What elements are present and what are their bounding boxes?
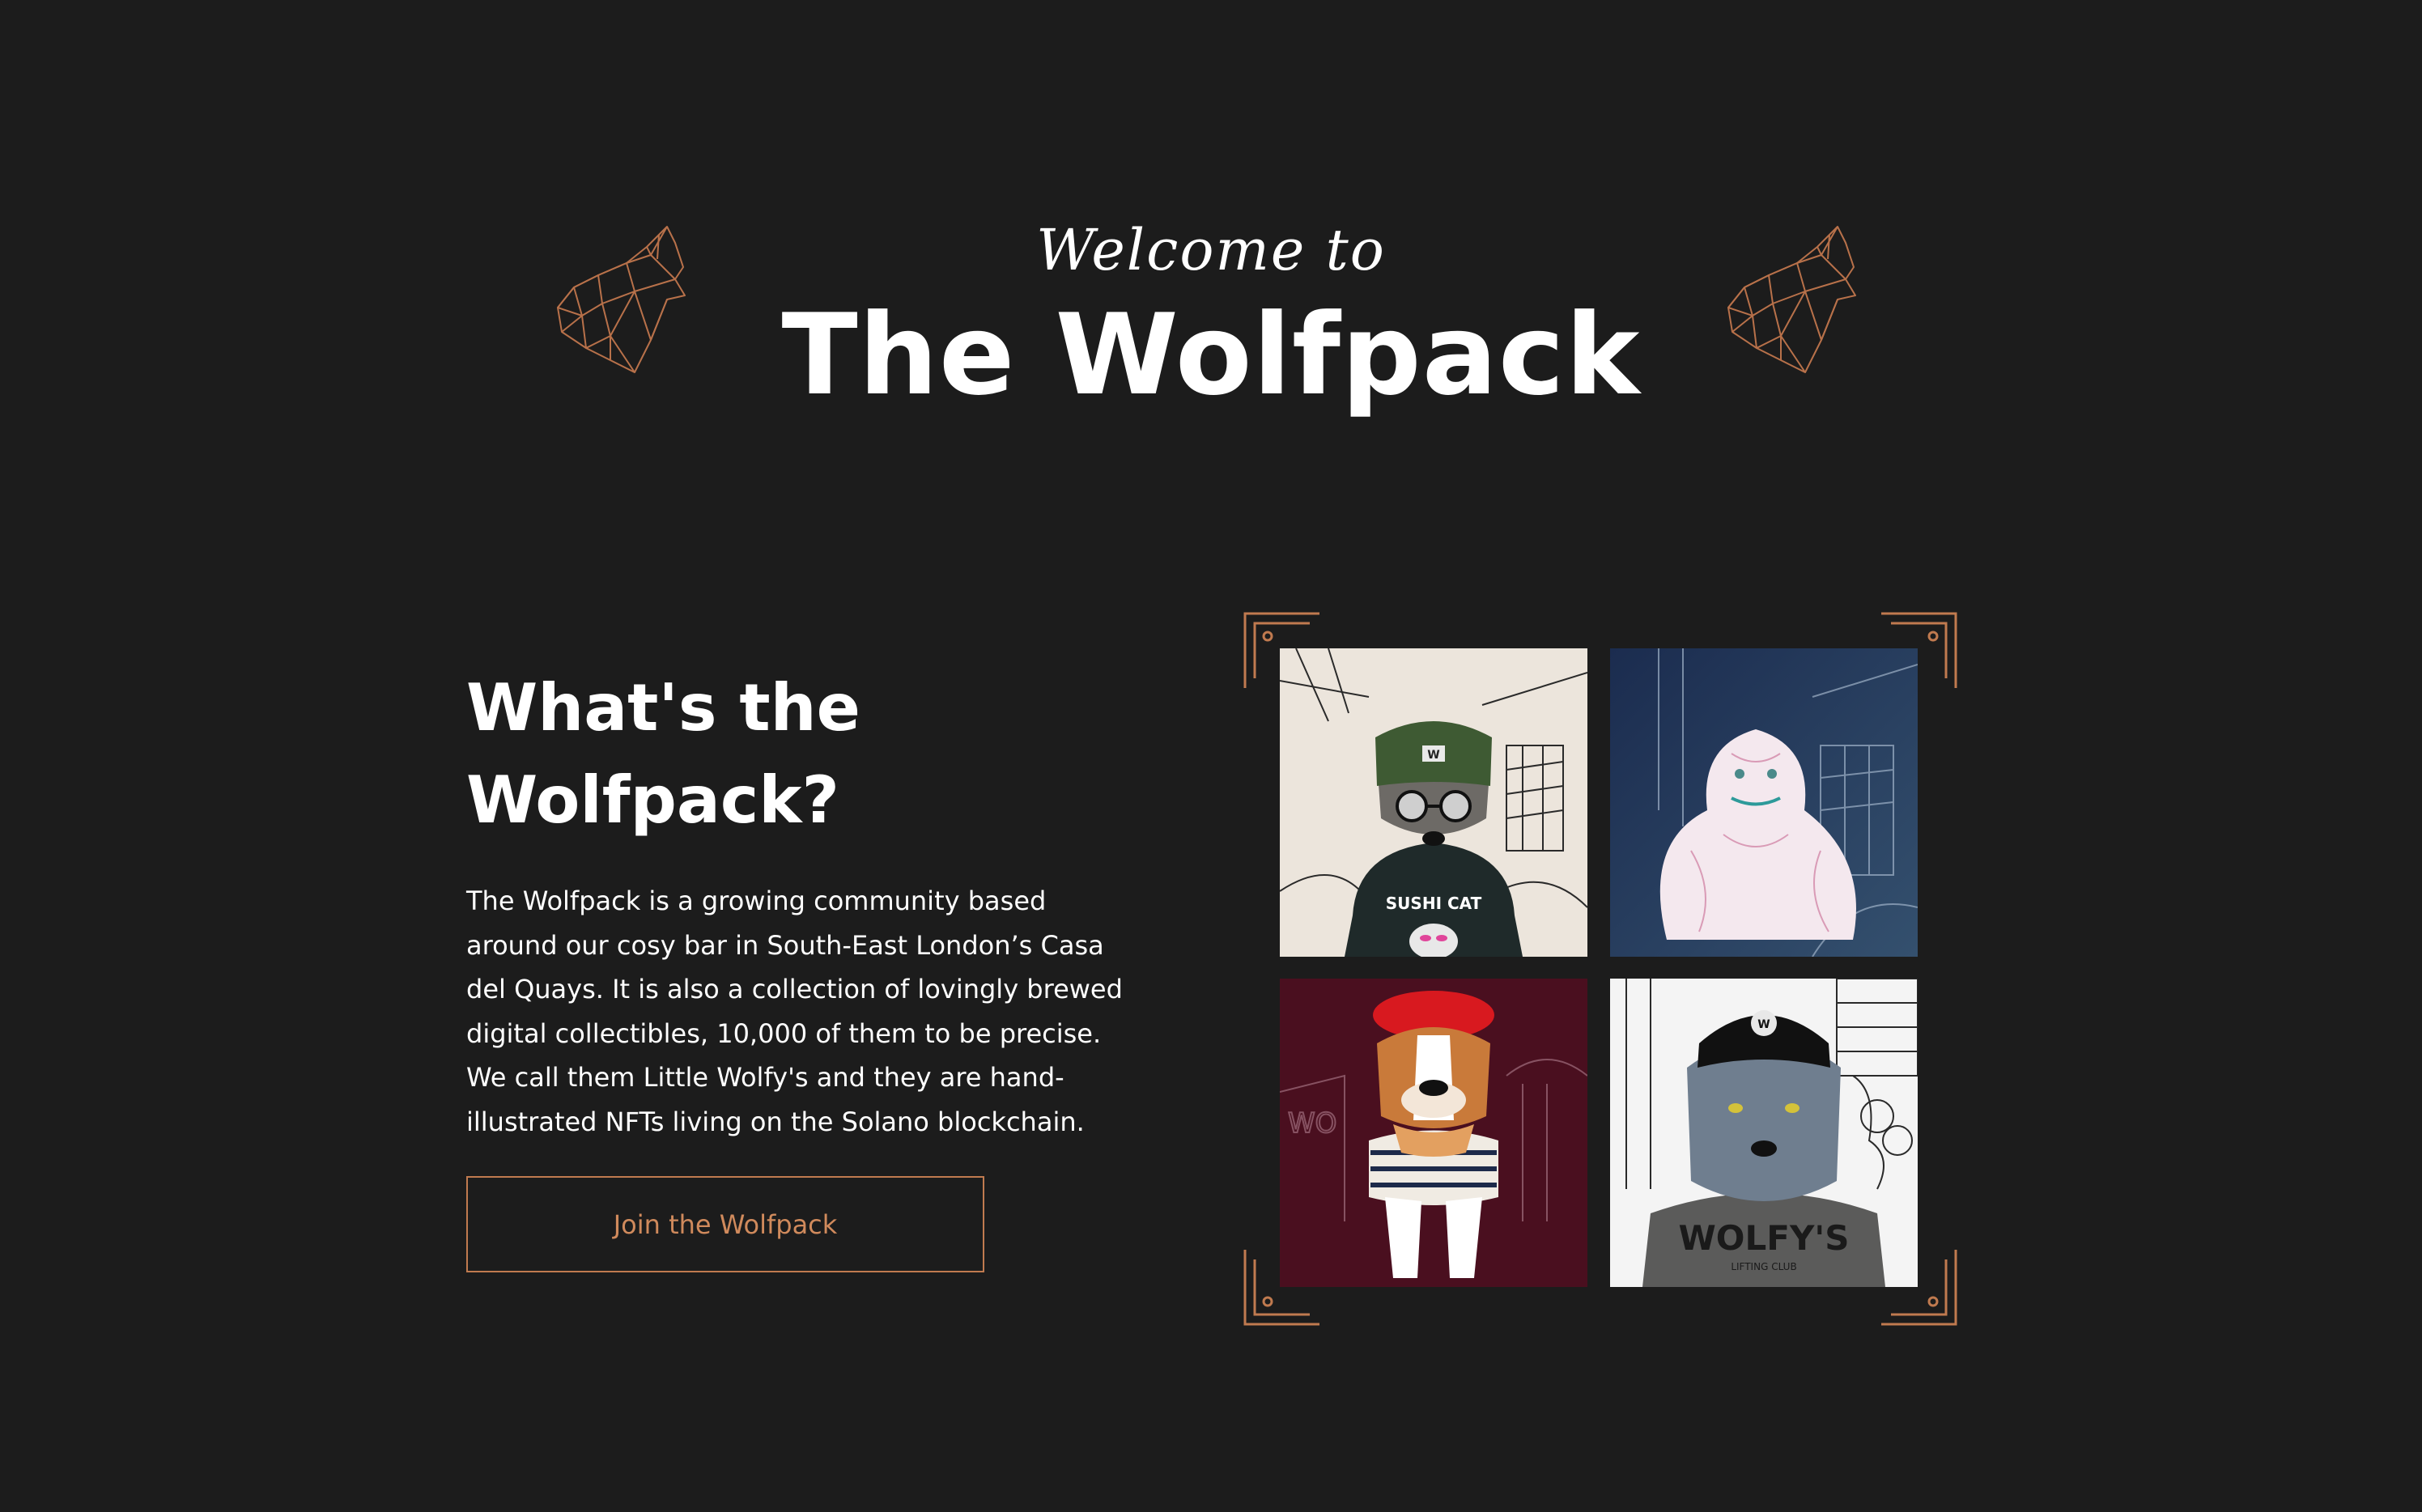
wolf-beanie-illustration: W SUSHI CAT (1280, 648, 1587, 957)
about-description-line: del Quays. It is also a collection of lo… (466, 974, 1123, 1004)
bulldog-beret-illustration: WO (1280, 979, 1587, 1287)
about-heading-line-1: What's the (466, 670, 860, 745)
about-heading-line-2: Wolfpack? (466, 762, 839, 838)
about-description-line: The Wolfpack is a growing community base… (466, 886, 1047, 916)
svg-text:W: W (1427, 749, 1439, 762)
svg-text:SUSHI CAT: SUSHI CAT (1386, 894, 1482, 913)
about-description-line: illustrated NFTs living on the Solano bl… (466, 1106, 1085, 1137)
about-heading: What's the Wolfpack? (466, 662, 1033, 847)
hero-title: The Wolfpack (781, 290, 1641, 420)
about-description-line: We call them Little Wolfy's and they are… (466, 1062, 1064, 1093)
nft-tile-bulldog-beret[interactable]: WO (1280, 979, 1587, 1287)
about-description-line: around our cosy bar in South-East London… (466, 929, 1104, 961)
svg-text:WOLFY'S: WOLFY'S (1678, 1218, 1849, 1258)
persian-cat-illustration (1610, 648, 1918, 957)
about-description: The Wolfpack is a growing community base… (466, 879, 1138, 1144)
nft-gallery: W SUSHI CAT WO WOLFY'S LIFTING CLUB W (1243, 612, 1957, 1326)
join-the-wolfpack-button[interactable]: Join the Wolfpack (466, 1176, 984, 1272)
page: Welcome to The Wolfpack What's the Wolfp… (0, 0, 2422, 1512)
nft-tile-wolf-beanie[interactable]: W SUSHI CAT (1280, 648, 1587, 957)
wolf-cap-illustration: WOLFY'S LIFTING CLUB W (1610, 979, 1918, 1287)
nft-tile-wolf-cap[interactable]: WOLFY'S LIFTING CLUB W (1610, 979, 1918, 1287)
hero-welcome-text: Welcome to (1036, 217, 1386, 283)
svg-text:W: W (1757, 1018, 1770, 1031)
svg-text:LIFTING CLUB: LIFTING CLUB (1731, 1261, 1796, 1272)
about-description-line: digital collectibles, 10,000 of them to … (466, 1017, 1102, 1049)
nft-tile-persian-cat[interactable] (1610, 648, 1918, 957)
svg-text:WO: WO (1288, 1107, 1336, 1140)
